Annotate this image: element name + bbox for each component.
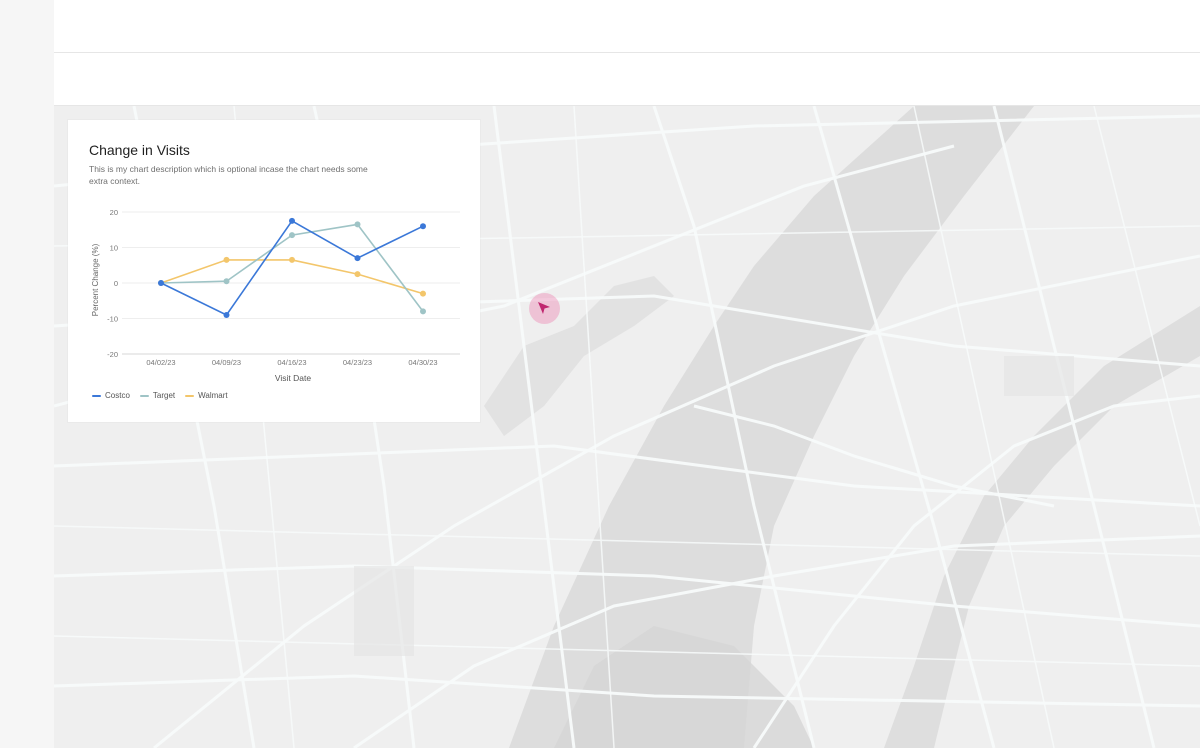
data-point-walmart[interactable] [289,256,295,263]
x-tick-label: 04/30/23 [408,358,437,367]
map-park [1004,356,1074,396]
legend-swatch [139,394,149,397]
y-tick-label: -10 [107,315,118,324]
x-tick-label: 04/09/23 [212,358,241,367]
legend-label: Costco [105,391,130,400]
data-point-costco[interactable] [420,223,426,230]
y-tick-label: 10 [110,244,118,253]
y-tick-label: 0 [114,279,118,288]
legend-item-walmart[interactable]: Walmart [185,391,228,400]
x-tick-label: 04/16/23 [277,358,306,367]
y-tick-label: 20 [110,208,118,217]
legend-swatch [185,394,195,397]
legend-item-costco[interactable]: Costco [92,391,130,400]
chart-legend: Costco Target Walmart [92,391,228,400]
line-chart: 20 10 0 -10 -20 04/02/23 04/09/23 04/16/23 04/2… [91,208,460,383]
legend-item-target[interactable]: Target [139,391,176,400]
data-point-target[interactable] [354,221,361,228]
map-park [354,566,414,656]
data-point-walmart[interactable] [223,256,230,263]
data-point-costco[interactable] [158,280,164,286]
data-point-costco[interactable] [223,311,230,318]
legend-swatch [92,394,101,397]
data-point-costco[interactable] [289,217,295,224]
y-axis-label: Percent Change (%) [91,243,100,316]
data-point-costco[interactable] [354,255,361,262]
pointer-arrow-icon [538,302,550,314]
data-point-target[interactable] [223,278,230,285]
chart-card: Change in Visits This is my chart descri… [68,120,480,422]
map-road [992,106,1156,748]
x-axis-label: Visit Date [275,373,311,383]
left-rail [0,0,55,748]
data-point-target[interactable] [420,308,426,315]
secondary-toolbar [54,53,1200,106]
data-point-walmart[interactable] [354,271,361,278]
top-toolbar [54,0,1200,53]
x-tick-label: 04/23/23 [343,358,372,367]
data-point-target[interactable] [289,232,295,239]
legend-label: Walmart [198,391,228,400]
x-tick-label: 04/02/23 [146,358,175,367]
data-point-walmart[interactable] [420,290,426,297]
y-tick-label: -20 [107,350,118,359]
legend-label: Target [152,391,176,400]
series-line-walmart[interactable] [160,259,424,295]
